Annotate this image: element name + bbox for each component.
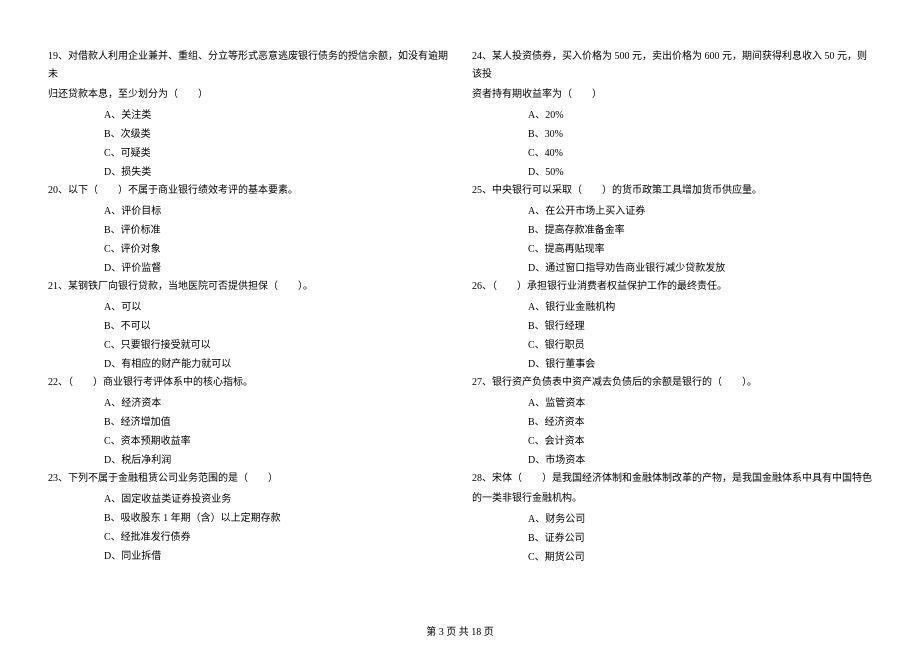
q22-opt-d: D、税后净利润 xyxy=(104,451,448,470)
q26-line1: 26、（ ）承担银行业消费者权益保护工作的最终责任。 xyxy=(472,278,872,296)
left-column: 19、对借款人利用企业兼并、重组、分立等形式恶意逃废银行债务的授信余额，如没有逾… xyxy=(48,48,448,608)
q25-opt-c: C、提高再贴现率 xyxy=(528,240,872,259)
q22-opt-b: B、经济增加值 xyxy=(104,413,448,432)
q23-line1: 23、下列不属于金融租赁公司业务范围的是（ ） xyxy=(48,470,448,488)
q20-opt-b: B、评价标准 xyxy=(104,221,448,240)
q24-opt-b: B、30% xyxy=(528,125,872,144)
q27-opt-d: D、市场资本 xyxy=(528,451,872,470)
q20-opt-d: D、评价监督 xyxy=(104,259,448,278)
q23-opt-b: B、吸收股东 1 年期（含）以上定期存款 xyxy=(104,509,448,528)
q25-opt-a: A、在公开市场上买入证券 xyxy=(528,202,872,221)
q27-opt-b: B、经济资本 xyxy=(528,413,872,432)
q26-opt-b: B、银行经理 xyxy=(528,317,872,336)
q28-line1: 28、宋体（ ）是我国经济体制和金融体制改革的产物，是我国金融体系中具有中国特色 xyxy=(472,470,872,488)
q21-line1: 21、某钢铁厂向银行贷款，当地医院可否提供担保（ ）。 xyxy=(48,278,448,296)
q24-opt-d: D、50% xyxy=(528,163,872,182)
q23-opt-a: A、固定收益类证券投资业务 xyxy=(104,490,448,509)
q21-opt-b: B、不可以 xyxy=(104,317,448,336)
q25-opt-b: B、提高存款准备金率 xyxy=(528,221,872,240)
page-footer: 第 3 页 共 18 页 xyxy=(0,623,920,638)
q27-opt-c: C、会计资本 xyxy=(528,432,872,451)
q24-opt-c: C、40% xyxy=(528,144,872,163)
q24-opt-a: A、20% xyxy=(528,106,872,125)
q21-opt-d: D、有相应的财产能力就可以 xyxy=(104,355,448,374)
q23-opt-c: C、经批准发行债券 xyxy=(104,528,448,547)
q20-line1: 20、以下（ ）不属于商业银行绩效考评的基本要素。 xyxy=(48,182,448,200)
q19-line2: 归还贷款本息，至少划分为（ ） xyxy=(48,86,448,104)
right-column: 24、某人投资债券，买入价格为 500 元，卖出价格为 600 元，期间获得利息… xyxy=(472,48,872,608)
q22-opt-c: C、资本预期收益率 xyxy=(104,432,448,451)
q20-opt-c: C、评价对象 xyxy=(104,240,448,259)
q19-opt-a: A、关注类 xyxy=(104,106,448,125)
page-columns: 19、对借款人利用企业兼并、重组、分立等形式恶意逃废银行债务的授信余额，如没有逾… xyxy=(48,48,872,608)
q22-opt-a: A、经济资本 xyxy=(104,394,448,413)
q28-line2: 的一类非银行金融机构。 xyxy=(472,490,872,508)
q20-opt-a: A、评价目标 xyxy=(104,202,448,221)
q21-opt-c: C、只要银行接受就可以 xyxy=(104,336,448,355)
q27-line1: 27、银行资产负债表中资产减去负债后的余额是银行的（ ）。 xyxy=(472,374,872,392)
q24-line2: 资者持有期收益率为（ ） xyxy=(472,86,872,104)
q26-opt-a: A、银行业金融机构 xyxy=(528,298,872,317)
q22-line1: 22、（ ）商业银行考评体系中的核心指标。 xyxy=(48,374,448,392)
q28-opt-b: B、证券公司 xyxy=(528,529,872,548)
q19-opt-d: D、损失类 xyxy=(104,163,448,182)
q26-opt-c: C、银行职员 xyxy=(528,336,872,355)
q28-opt-c: C、期货公司 xyxy=(528,548,872,567)
q27-opt-a: A、监管资本 xyxy=(528,394,872,413)
q28-opt-a: A、财务公司 xyxy=(528,510,872,529)
q19-line1: 19、对借款人利用企业兼并、重组、分立等形式恶意逃废银行债务的授信余额，如没有逾… xyxy=(48,48,448,84)
q25-opt-d: D、通过窗口指导劝告商业银行减少贷款发放 xyxy=(528,259,872,278)
q21-opt-a: A、可以 xyxy=(104,298,448,317)
q19-opt-b: B、次级类 xyxy=(104,125,448,144)
q19-opt-c: C、可疑类 xyxy=(104,144,448,163)
q26-opt-d: D、银行董事会 xyxy=(528,355,872,374)
q23-opt-d: D、同业拆借 xyxy=(104,547,448,566)
q24-line1: 24、某人投资债券，买入价格为 500 元，卖出价格为 600 元，期间获得利息… xyxy=(472,48,872,84)
q25-line1: 25、中央银行可以采取（ ）的货币政策工具增加货币供应量。 xyxy=(472,182,872,200)
